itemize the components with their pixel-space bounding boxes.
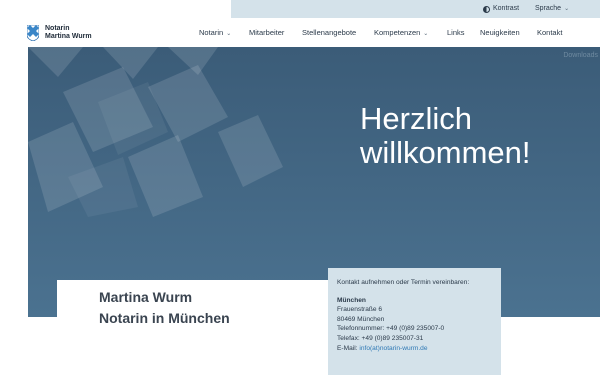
hero-title: Herzlich willkommen! bbox=[360, 102, 531, 170]
nav-item-stellenangebote[interactable]: Stellenangebote bbox=[302, 18, 356, 48]
nav-item-kompetenzen[interactable]: Kompetenzen ⌄ bbox=[374, 18, 428, 48]
contact-zip-city: 80469 München bbox=[337, 315, 385, 323]
language-selector[interactable]: Sprache ⌄ bbox=[535, 0, 569, 18]
hero-title-line-2: willkommen! bbox=[360, 135, 531, 170]
nav-label: Kontakt bbox=[537, 28, 563, 37]
logo-line-1: Notarin bbox=[45, 25, 70, 32]
nav-label: Stellenangebote bbox=[302, 28, 357, 37]
intro-name: Martina Wurm bbox=[99, 289, 193, 305]
intro-subtitle: Notarin in München bbox=[99, 310, 230, 326]
contrast-toggle[interactable]: Kontrast bbox=[483, 0, 519, 18]
intro-card: Martina Wurm Notarin in München bbox=[57, 280, 335, 375]
contact-fax: Telefax: +49 (0)89 235007-31 bbox=[337, 334, 424, 342]
contact-email-label: E-Mail: bbox=[337, 344, 358, 352]
contact-phone: Telefonnummer: +49 (0)89 235007-0 bbox=[337, 325, 445, 333]
nav-item-links[interactable]: Links bbox=[447, 18, 465, 48]
logo-line-2: Martina Wurm bbox=[45, 33, 92, 40]
language-label: Sprache bbox=[535, 5, 562, 12]
logo-text: Notarin Martina Wurm bbox=[45, 25, 92, 41]
contact-city: München bbox=[337, 296, 366, 304]
nav-item-mitarbeiter[interactable]: Mitarbeiter bbox=[249, 18, 284, 48]
utility-bar: Kontrast Sprache ⌄ bbox=[231, 0, 600, 18]
lozenge-pattern bbox=[28, 47, 283, 217]
site-logo[interactable]: Notarin Martina Wurm bbox=[27, 25, 92, 41]
bavarian-shield-icon bbox=[27, 25, 39, 41]
nav-item-kontakt[interactable]: Kontakt bbox=[537, 18, 562, 48]
nav-label: Mitarbeiter bbox=[249, 28, 285, 37]
contrast-icon bbox=[483, 5, 490, 13]
contact-street: Frauenstraße 6 bbox=[337, 306, 383, 314]
chevron-down-icon: ⌄ bbox=[226, 31, 232, 37]
nav-label: Links bbox=[447, 28, 465, 37]
nav-label: Kompetenzen bbox=[374, 28, 421, 37]
site-header: Notarin Martina Wurm Notarin ⌄ Mitarbeite… bbox=[0, 18, 600, 48]
hero-title-line-1: Herzlich bbox=[360, 101, 472, 136]
contact-email-row: E-Mail: info(at)notarin-wurm.de bbox=[337, 344, 492, 354]
contact-box: Kontakt aufnehmen oder Termin vereinbare… bbox=[328, 268, 501, 375]
nav-item-notarin[interactable]: Notarin ⌄ bbox=[199, 18, 231, 48]
contrast-label: Kontrast bbox=[493, 5, 520, 12]
nav-item-neuigkeiten[interactable]: Neuigkeiten bbox=[480, 18, 520, 48]
nav-label: Notarin bbox=[199, 28, 224, 37]
chevron-down-icon: ⌄ bbox=[564, 6, 570, 12]
downloads-link[interactable]: Downloads bbox=[563, 52, 598, 59]
contact-email-link[interactable]: info(at)notarin-wurm.de bbox=[359, 345, 427, 352]
nav-label: Neuigkeiten bbox=[480, 28, 520, 37]
contact-heading: Kontakt aufnehmen oder Termin vereinbare… bbox=[337, 279, 470, 286]
hero-banner: Downloads Herzlich willkommen! bbox=[28, 47, 600, 317]
chevron-down-icon: ⌄ bbox=[423, 31, 429, 37]
